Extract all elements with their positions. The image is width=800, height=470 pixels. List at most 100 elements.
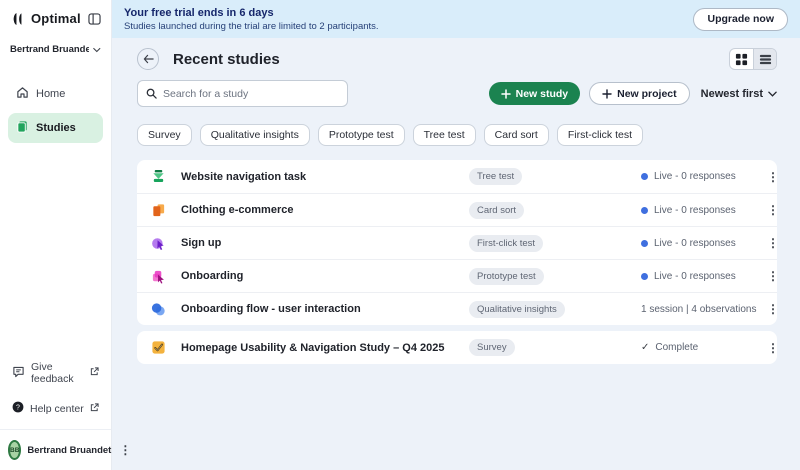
study-type-badge: Qualitative insights — [469, 300, 565, 318]
search-icon — [146, 88, 157, 99]
filter-chip-survey[interactable]: Survey — [137, 124, 192, 146]
optimal-logo-icon — [10, 12, 25, 26]
user-name: Bertrand Bruandet — [27, 444, 112, 456]
filter-chip-tree-test[interactable]: Tree test — [412, 124, 476, 146]
back-button[interactable] — [137, 48, 159, 70]
study-name: Onboarding — [181, 270, 244, 282]
svg-text:?: ? — [16, 404, 20, 411]
filter-chips: Survey Qualitative insights Prototype test… — [137, 124, 777, 146]
study-status: Live - 0 responses — [654, 171, 736, 182]
study-name: Website navigation task — [181, 170, 307, 183]
sidebar-footer: Give feedback? Help center — [0, 354, 111, 429]
sidebar-item-home[interactable]: Home — [8, 79, 103, 109]
row-menu-kebab-icon[interactable]: ⋮ — [765, 270, 777, 282]
study-status-cell: Live - 0 responses — [641, 271, 765, 282]
live-dot — [641, 239, 648, 247]
trial-banner: Your free trial ends in 6 days Studies l… — [112, 0, 800, 38]
trial-banner-subtitle: Studies launched during the trial are li… — [124, 20, 379, 32]
row-menu-kebab-icon[interactable]: ⋮ — [765, 342, 777, 354]
row-menu-kebab-icon[interactable]: ⋮ — [765, 171, 777, 183]
study-type-badge: Prototype test — [469, 267, 544, 285]
external-link-icon — [90, 402, 99, 415]
filter-chip-qualitative-insights[interactable]: Qualitative insights — [199, 124, 310, 146]
new-project-button[interactable]: New project — [589, 82, 690, 105]
grid-icon — [735, 53, 748, 65]
study-status-cell: Live - 0 responses — [641, 238, 765, 249]
qualitative-icon — [151, 302, 181, 317]
plus-icon — [602, 88, 612, 99]
sidebar: Optimal Bertrand Bruandet'... Home Studie… — [0, 0, 131, 470]
sidebar-link-label: Help center — [30, 402, 84, 415]
controls-right: New study New project Newest first — [488, 82, 777, 105]
studies-card: Homepage Usability & Navigation Study – … — [137, 331, 777, 364]
home-icon — [16, 86, 29, 102]
sidebar-item-studies[interactable]: Studies — [8, 113, 103, 143]
feedback-icon — [12, 366, 25, 381]
controls-row: New study New project Newest first — [137, 80, 777, 107]
studies-icon — [16, 120, 29, 136]
user-row[interactable]: BB Bertrand Bruandet ⋮ — [0, 429, 131, 470]
studies-card: Website navigation task Tree test Live - 0… — [137, 160, 777, 325]
sort-label: Newest first — [700, 87, 763, 100]
study-type-badge: First-click test — [469, 234, 544, 252]
study-type-badge: Tree test — [469, 168, 523, 185]
study-row[interactable]: Sign up First-click test Live - 0 response… — [137, 226, 777, 259]
studies-list: Website navigation task Tree test Live - 0… — [137, 160, 777, 364]
list-icon — [759, 54, 771, 64]
live-dot — [641, 272, 648, 280]
filter-chip-first-click-test[interactable]: First-click test — [556, 124, 644, 146]
account-name: Bertrand Bruandet'... — [10, 44, 90, 55]
upgrade-now-button[interactable]: Upgrade now — [693, 7, 788, 31]
study-type-badge: Card sort — [469, 201, 525, 219]
chevron-down-icon — [768, 91, 777, 97]
tree-test-icon — [151, 169, 181, 184]
account-switcher[interactable]: Bertrand Bruandet'... — [0, 36, 111, 65]
study-status: Live - 0 responses — [654, 204, 736, 216]
sidebar-link-help-center[interactable]: ? Help center — [8, 394, 103, 423]
logo-row: Optimal — [0, 0, 111, 36]
study-row[interactable]: Clothing e-commerce Card sort Live - 0 res… — [137, 193, 777, 226]
sidebar-nav: Home Studies — [0, 65, 111, 143]
survey-icon — [151, 340, 181, 355]
sidebar-item-label: Home — [36, 88, 66, 100]
prototype-icon — [151, 269, 181, 284]
user-menu-kebab-icon[interactable]: ⋮ — [117, 444, 133, 456]
study-status: 1 session | 4 observations — [641, 303, 757, 315]
trial-banner-title: Your free trial ends in 6 days — [124, 6, 274, 19]
study-status: Live - 0 responses — [654, 270, 736, 282]
row-menu-kebab-icon[interactable]: ⋮ — [765, 237, 777, 249]
filter-chip-card-sort[interactable]: Card sort — [483, 124, 549, 146]
grid-view-button[interactable] — [730, 49, 753, 69]
sidebar-link-label: Give feedback — [31, 361, 74, 385]
sort-dropdown[interactable]: Newest first — [699, 88, 777, 100]
logo-text: Optimal — [31, 11, 81, 26]
study-row[interactable]: Website navigation task Tree test Live - 0… — [137, 160, 777, 193]
page-title: Recent studies — [173, 50, 280, 68]
help-icon: ? — [12, 401, 24, 416]
study-status-cell: Live - 0 responses — [641, 171, 765, 182]
first-click-icon — [151, 236, 181, 251]
study-status: Complete — [655, 342, 699, 353]
study-row[interactable]: Onboarding Prototype test Live - 0 respons… — [137, 259, 777, 292]
search-box[interactable] — [137, 80, 348, 107]
main-content: Recent studies New study New project — [112, 38, 800, 470]
study-status: Live - 0 responses — [654, 237, 736, 249]
sidebar-link-give-feedback[interactable]: Give feedback — [8, 354, 103, 392]
new-project-label: New project — [617, 87, 677, 100]
row-menu-kebab-icon[interactable]: ⋮ — [765, 303, 777, 315]
filter-chip-prototype-test[interactable]: Prototype test — [317, 124, 405, 146]
new-study-label: New study — [515, 87, 569, 100]
search-input[interactable] — [163, 87, 339, 100]
live-dot — [641, 206, 648, 214]
study-status-cell: Live - 0 responses — [641, 205, 765, 216]
row-menu-kebab-icon[interactable]: ⋮ — [765, 204, 777, 216]
study-row[interactable]: Onboarding flow - user interaction Qualit… — [137, 292, 777, 325]
new-study-button[interactable]: New study — [488, 82, 581, 105]
list-view-button[interactable] — [753, 49, 776, 69]
study-status-cell: 1 session | 4 observations — [641, 304, 765, 315]
sidebar-item-label: Studies — [36, 122, 76, 134]
study-row[interactable]: Homepage Usability & Navigation Study – … — [137, 331, 777, 364]
sidebar-collapse-icon[interactable] — [88, 12, 101, 25]
card-sort-icon — [151, 203, 181, 218]
view-toggle — [729, 48, 777, 70]
